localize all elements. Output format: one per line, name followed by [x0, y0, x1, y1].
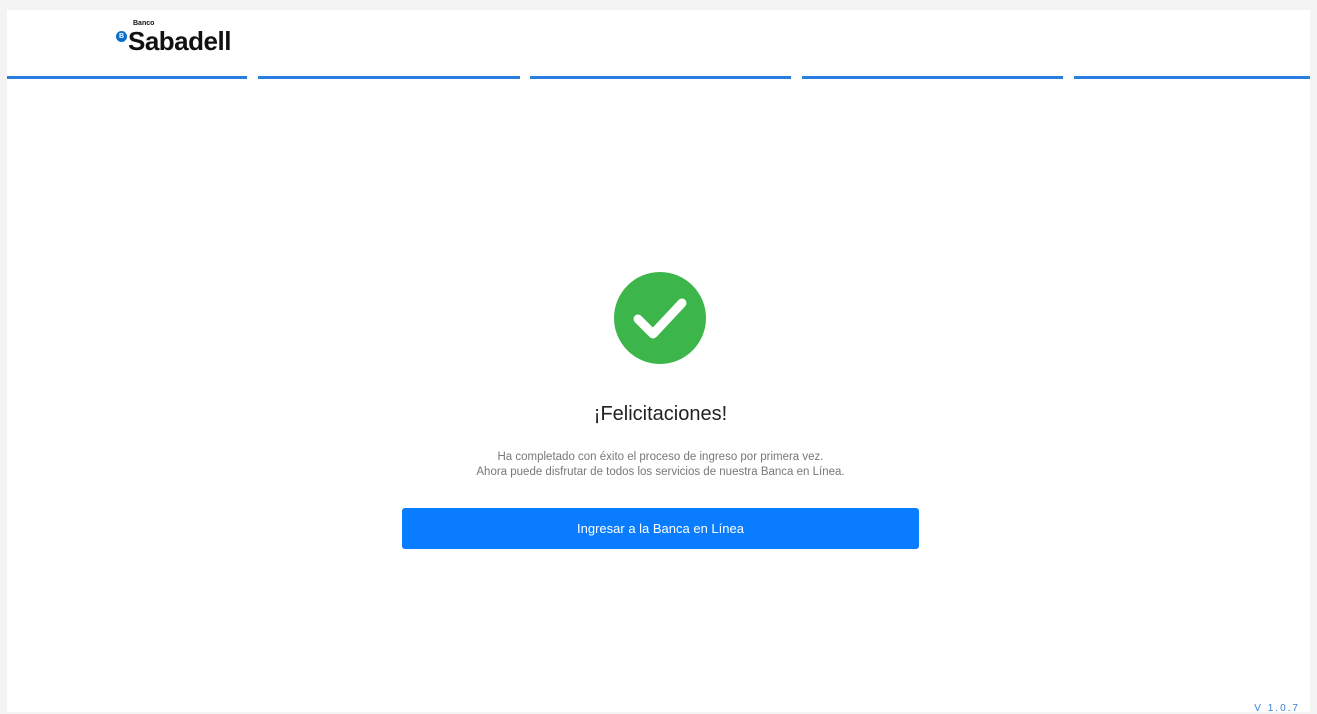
version-label: V 1.0.7: [1254, 703, 1300, 714]
success-panel: ¡Felicitaciones! Ha completado con éxito…: [7, 10, 1310, 712]
enter-online-banking-button[interactable]: Ingresar a la Banca en Línea: [402, 508, 919, 549]
success-message-line-2: Ahora puede disfrutar de todos los servi…: [476, 466, 845, 478]
check-circle-icon: [614, 272, 706, 364]
page-frame: B Banco Sabadell ¡Felicitaciones! Ha com…: [7, 10, 1310, 714]
success-message-line-1: Ha completado con éxito el proceso de in…: [497, 451, 824, 463]
success-message: Ha completado con éxito el proceso de in…: [357, 450, 964, 480]
check-circle-background: [614, 272, 706, 364]
success-title: ¡Felicitaciones!: [593, 403, 728, 425]
